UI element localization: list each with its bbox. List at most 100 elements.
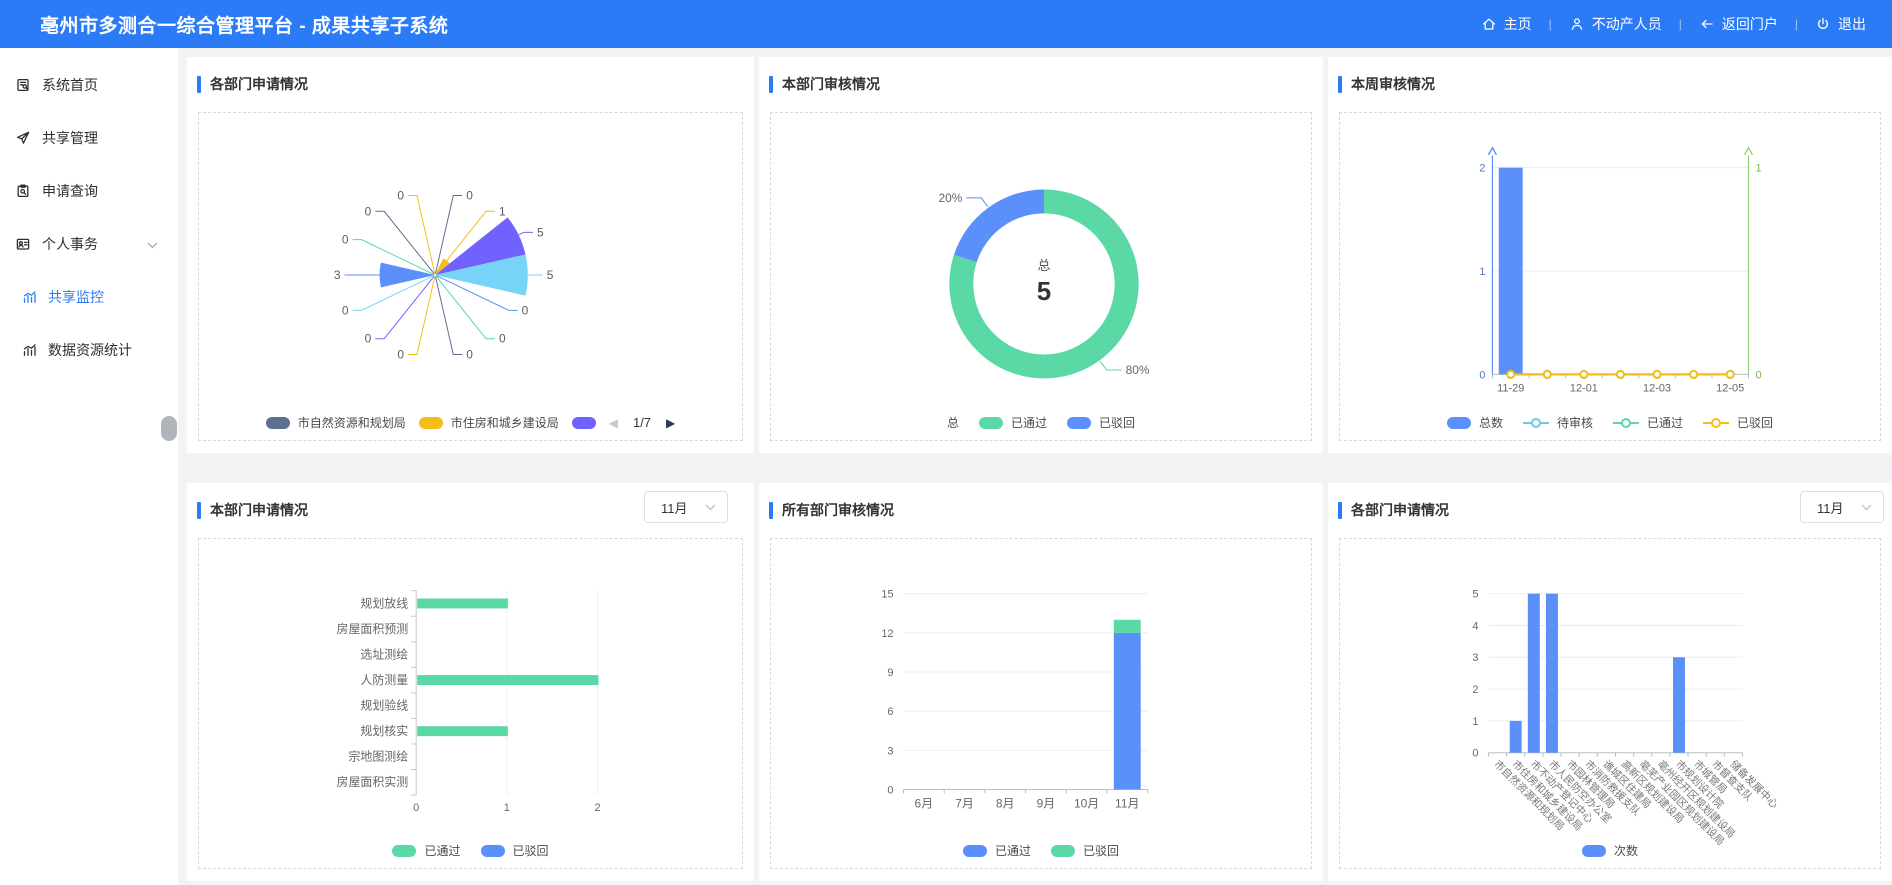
sidebar-item-label: 数据资源统计	[48, 340, 132, 360]
sidebar-item-共享监控[interactable]: 共享监控	[0, 270, 178, 323]
chart-legend: 总 已通过 已驳回	[771, 414, 1311, 431]
svg-text:房屋面积预测: 房屋面积预测	[337, 621, 409, 636]
legend-swatch	[1051, 845, 1075, 857]
panel-title: 本周审核情况	[1351, 74, 1435, 94]
title-marker	[197, 502, 201, 519]
legend-item-次数[interactable]: 次数	[1582, 842, 1638, 859]
chart-legend: 已通过 已驳回	[771, 842, 1311, 859]
app-header: 亳州市多测合一综合管理平台 - 成果共享子系统 主页|不动产人员|返回门户|退出	[0, 0, 1892, 48]
legend-item-已通过[interactable]: 已通过	[392, 842, 460, 859]
sidebar-scrollbar-thumb[interactable]	[161, 416, 177, 441]
svg-text:5: 5	[1037, 278, 1051, 306]
legend-item-市住房和城乡建设局[interactable]: 市住房和城乡建设局	[419, 414, 559, 431]
panel-dept-review-donut: 本部门审核情况 80%20%总5 总已通过已驳回	[759, 57, 1323, 453]
svg-text:9月: 9月	[1037, 796, 1056, 810]
panel-dept-apply-hbar: 本部门申请情况 11月 规划放线房屋面积预测选址测绘人防测量规划验线规划核实宗地…	[187, 483, 754, 881]
month-select[interactable]: 11月	[644, 491, 728, 523]
legend-line-swatch	[1703, 417, 1729, 429]
legend-item-市自然资源和规划局[interactable]: 市自然资源和规划局	[266, 414, 406, 431]
chart-legend: 次数	[1340, 842, 1880, 859]
svg-text:5: 5	[537, 225, 544, 239]
legend-swatch	[572, 417, 596, 429]
nav-item-label: 主页	[1504, 14, 1532, 34]
sidebar-item-label: 系统首页	[42, 75, 98, 95]
legend-swatch	[963, 845, 987, 857]
svg-text:9: 9	[887, 667, 893, 679]
legend-item-总[interactable]: 总	[947, 414, 959, 431]
legend-label: 总数	[1479, 414, 1503, 431]
donut-chart: 80%20%总5 总已通过已驳回	[770, 112, 1312, 441]
chevron-down-icon	[147, 236, 158, 252]
legend-next-page-icon[interactable]: ▶	[666, 416, 675, 430]
svg-text:5: 5	[547, 268, 554, 282]
svg-text:10月: 10月	[1074, 796, 1099, 810]
month-select[interactable]: 11月	[1800, 491, 1884, 523]
clipboard-search-icon	[15, 183, 31, 199]
sidebar-item-数据资源统计[interactable]: 数据资源统计	[0, 323, 178, 376]
nav-separator: |	[1549, 17, 1552, 31]
legend-label: 已通过	[1647, 414, 1683, 431]
sidebar-item-申请查询[interactable]: 申请查询	[0, 164, 178, 217]
legend-swatch	[1447, 417, 1471, 429]
svg-text:5: 5	[1472, 589, 1478, 601]
svg-text:0: 0	[1472, 748, 1478, 760]
hbar-chart: 规划放线房屋面积预测选址测绘人防测量规划验线规划核实宗地图测绘房屋面积实测012…	[198, 538, 743, 869]
svg-text:总: 总	[1038, 258, 1051, 273]
user-card-icon	[15, 236, 31, 252]
legend-item-已通过[interactable]: 已通过	[963, 842, 1031, 859]
legend-swatch	[392, 845, 416, 857]
nav-item-power[interactable]: 退出	[1815, 14, 1866, 34]
panel-header: 各部门申请情况	[1338, 500, 1449, 520]
legend-item-已驳回[interactable]: 已驳回	[1051, 842, 1119, 859]
nav-item-back[interactable]: 返回门户	[1699, 14, 1778, 34]
main-content: 各部门申请情况 01550000003000 市自然资源和规划局市住房和城乡建设…	[179, 48, 1892, 885]
send-icon	[15, 130, 31, 146]
legend-item-已驳回[interactable]: 已驳回	[481, 842, 549, 859]
sidebar-item-共享管理[interactable]: 共享管理	[0, 111, 178, 164]
legend-item-待审核[interactable]: 待审核	[1523, 414, 1593, 431]
svg-text:4: 4	[1472, 620, 1478, 632]
legend-item-series[interactable]	[572, 417, 596, 429]
legend-item-总数[interactable]: 总数	[1447, 414, 1503, 431]
panel-all-dept-review: 所有部门审核情况 036912156月7月8月9月10月11月 已通过已驳回	[759, 483, 1323, 881]
svg-text:2: 2	[1479, 163, 1485, 175]
panel-title: 本部门申请情况	[210, 500, 308, 520]
nav-item-user[interactable]: 不动产人员	[1569, 14, 1662, 34]
legend-item-已驳回[interactable]: 已驳回	[1067, 414, 1135, 431]
legend-item-已通过[interactable]: 已通过	[1613, 414, 1683, 431]
legend-swatch	[1582, 845, 1606, 857]
rose-chart: 01550000003000 市自然资源和规划局市住房和城乡建设局◀1/7▶	[198, 112, 743, 441]
svg-text:12: 12	[881, 628, 893, 640]
user-icon	[1569, 16, 1585, 32]
svg-text:7月: 7月	[955, 796, 974, 810]
svg-text:8月: 8月	[996, 796, 1015, 810]
svg-text:11-29: 11-29	[1497, 382, 1524, 394]
chevron-down-icon	[705, 504, 716, 511]
svg-text:2: 2	[1472, 684, 1478, 696]
legend-swatch	[1067, 417, 1091, 429]
svg-text:0: 0	[466, 347, 473, 361]
svg-text:房屋面积实测: 房屋面积实测	[337, 774, 409, 789]
legend-prev-page-icon[interactable]: ◀	[609, 416, 618, 430]
svg-text:80%: 80%	[1126, 363, 1150, 377]
legend-item-已通过[interactable]: 已通过	[979, 414, 1047, 431]
svg-text:12-03: 12-03	[1643, 382, 1671, 394]
bar-chart-icon	[21, 289, 37, 305]
legend-page-indicator: 1/7	[633, 415, 651, 430]
legend-item-已驳回[interactable]: 已驳回	[1703, 414, 1773, 431]
sidebar-item-个人事务[interactable]: 个人事务	[0, 217, 178, 270]
svg-text:0: 0	[342, 233, 349, 247]
svg-text:1: 1	[1755, 163, 1761, 175]
svg-text:6: 6	[887, 706, 893, 718]
title-marker	[769, 76, 773, 93]
legend-swatch	[419, 417, 443, 429]
svg-text:0: 0	[887, 784, 893, 796]
nav-separator: |	[1679, 17, 1682, 31]
panel-header: 本周审核情况	[1338, 74, 1435, 94]
title-marker	[769, 502, 773, 519]
bar-chart-icon	[21, 342, 37, 358]
title-marker	[197, 76, 201, 93]
sidebar-item-系统首页[interactable]: 系统首页	[0, 58, 178, 111]
nav-item-home[interactable]: 主页	[1481, 14, 1532, 34]
panel-header: 所有部门审核情况	[769, 500, 894, 520]
